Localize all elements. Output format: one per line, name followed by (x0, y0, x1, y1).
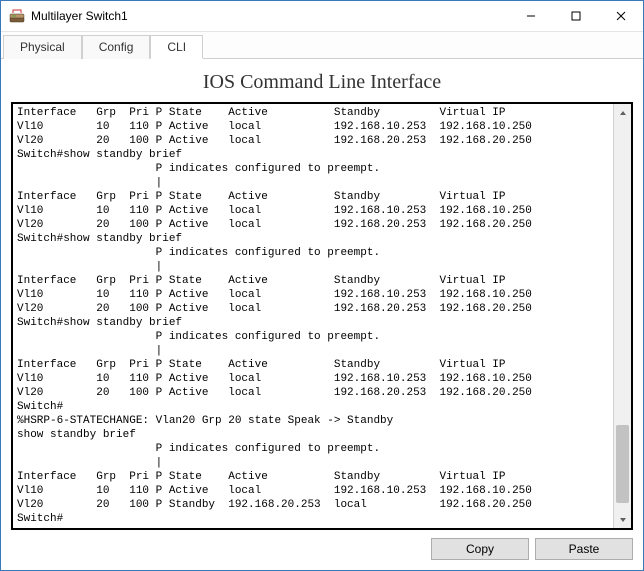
content-area: IOS Command Line Interface Interface Grp… (1, 59, 643, 570)
titlebar[interactable]: Multilayer Switch1 (1, 1, 643, 32)
tab-config[interactable]: Config (82, 35, 151, 59)
maximize-button[interactable] (553, 1, 598, 31)
scroll-down-button[interactable] (614, 511, 631, 528)
scroll-thumb[interactable] (616, 425, 629, 503)
app-icon (9, 8, 25, 24)
terminal-scrollbar[interactable] (613, 104, 631, 528)
tab-cli[interactable]: CLI (150, 35, 203, 59)
scroll-track[interactable] (614, 121, 631, 511)
minimize-button[interactable] (508, 1, 553, 31)
paste-button[interactable]: Paste (535, 538, 633, 560)
button-row: Copy Paste (11, 530, 633, 560)
cli-heading: IOS Command Line Interface (11, 71, 633, 94)
tab-bar: Physical Config CLI (1, 32, 643, 59)
window-title: Multilayer Switch1 (31, 9, 508, 23)
close-button[interactable] (598, 1, 643, 31)
scroll-up-button[interactable] (614, 104, 631, 121)
copy-button[interactable]: Copy (431, 538, 529, 560)
cli-terminal[interactable]: Interface Grp Pri P State Active Standby… (13, 104, 613, 528)
tab-physical[interactable]: Physical (3, 35, 82, 59)
app-window: Multilayer Switch1 Physical Config CLI I… (0, 0, 644, 571)
terminal-container: Interface Grp Pri P State Active Standby… (11, 102, 633, 530)
window-controls (508, 1, 643, 31)
